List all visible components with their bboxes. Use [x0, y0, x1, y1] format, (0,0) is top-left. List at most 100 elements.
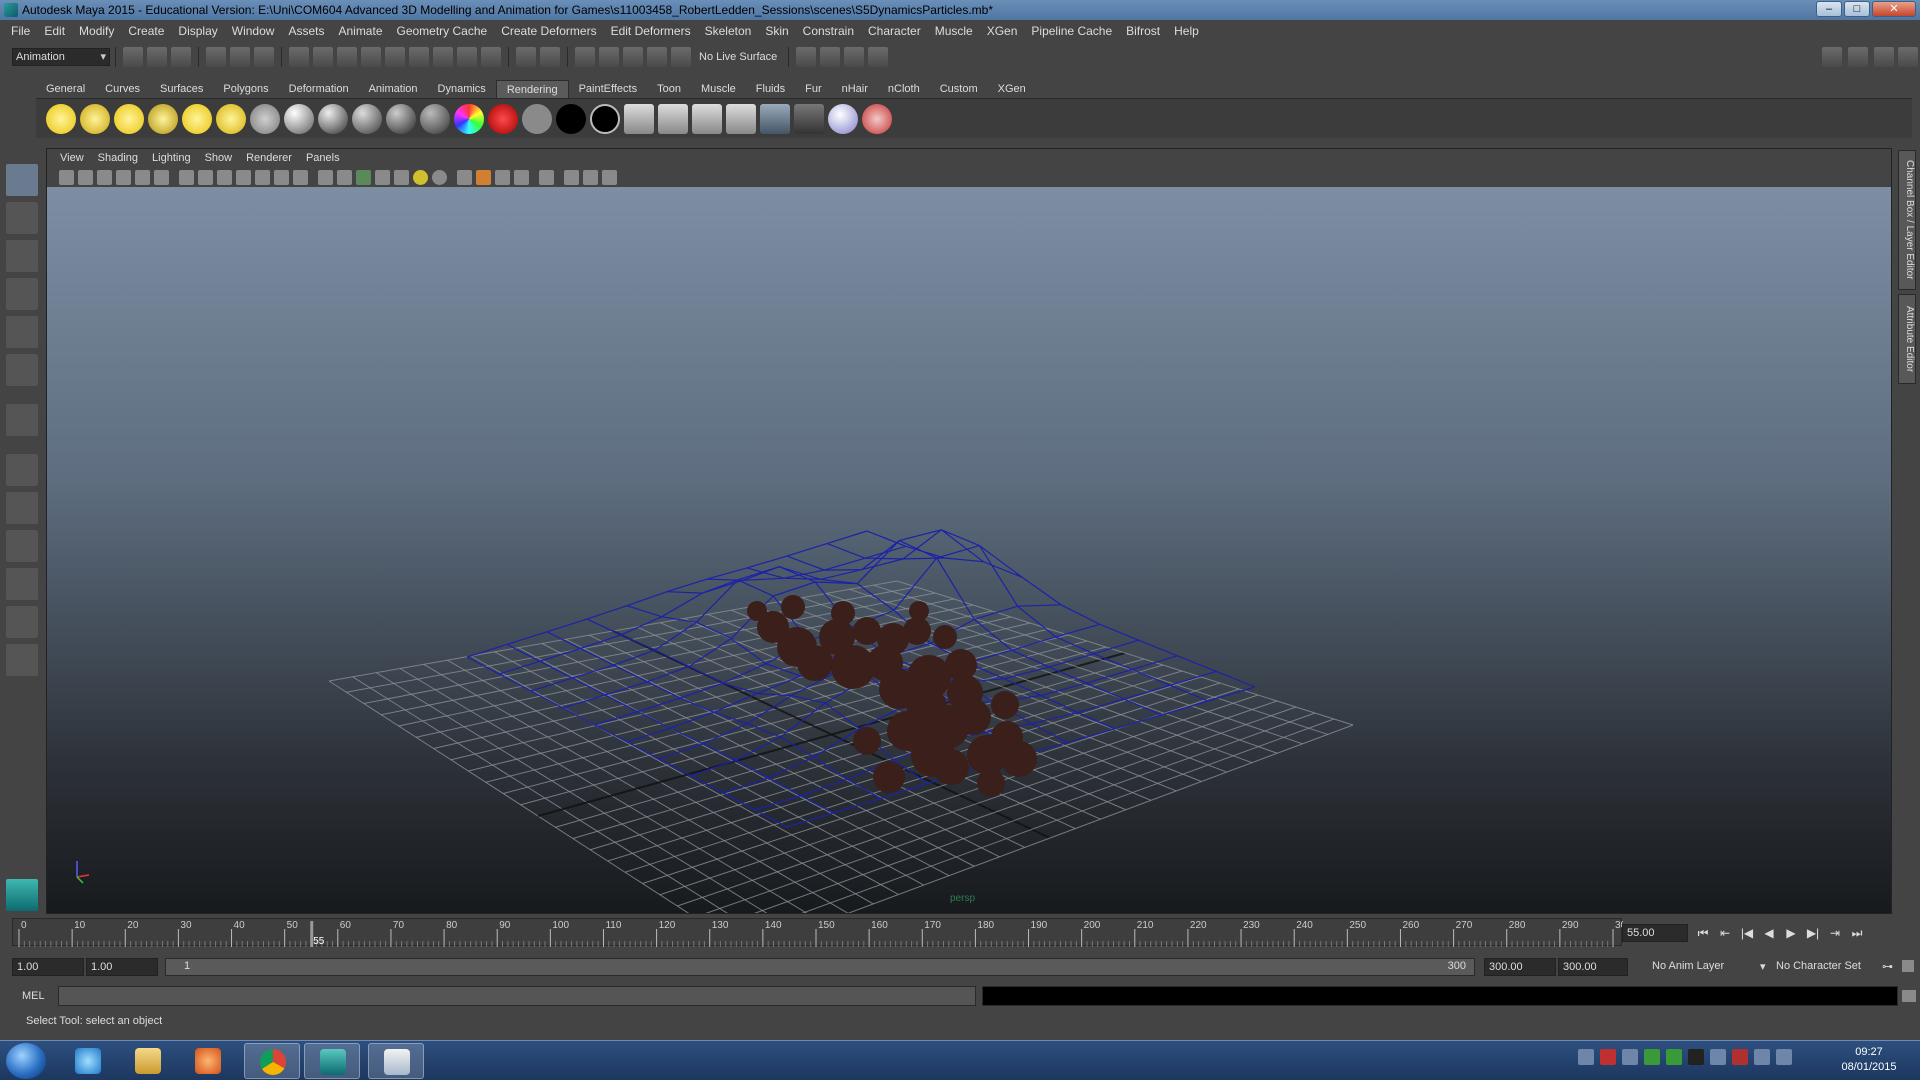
image-plane-icon[interactable] [116, 169, 131, 185]
last-used-tool-icon[interactable] [6, 404, 38, 436]
menu-file[interactable]: File [4, 24, 37, 38]
select-object-icon[interactable] [230, 47, 250, 67]
outliner-persp-layout-icon[interactable] [6, 530, 38, 562]
menu-create[interactable]: Create [121, 24, 171, 38]
tray-steam-icon[interactable] [1688, 1049, 1704, 1065]
tab-general[interactable]: General [36, 80, 95, 98]
tab-fluids[interactable]: Fluids [746, 80, 795, 98]
menu-constrain[interactable]: Constrain [796, 24, 861, 38]
animation-preferences-icon[interactable] [1902, 960, 1914, 972]
move-tool-icon[interactable] [6, 278, 38, 310]
chevron-down-icon[interactable]: ▾ [1760, 960, 1766, 973]
playback-end-field[interactable]: 300.00 [1484, 958, 1556, 976]
grid-toggle-icon[interactable] [179, 169, 194, 185]
tab-deformation[interactable]: Deformation [279, 80, 359, 98]
menu-muscle[interactable]: Muscle [928, 24, 980, 38]
ambient-light-icon[interactable] [46, 103, 76, 134]
select-camera-icon[interactable] [59, 169, 74, 185]
surface-shader-icon[interactable] [522, 103, 552, 134]
persp-graph-layout-icon[interactable] [6, 568, 38, 600]
show-tool-settings-icon[interactable] [1874, 47, 1894, 67]
close-button[interactable]: ✕ [1872, 1, 1916, 17]
tab-animation[interactable]: Animation [359, 80, 428, 98]
lambert-material-icon[interactable] [284, 103, 314, 134]
tray-nvidia-icon[interactable] [1666, 1049, 1682, 1065]
tab-ncloth[interactable]: nCloth [878, 80, 930, 98]
hypershade-persp-layout-icon[interactable] [6, 606, 38, 638]
command-input[interactable] [58, 986, 976, 1006]
2d-pan-zoom-icon[interactable] [135, 169, 150, 185]
paint-brush-icon[interactable] [862, 103, 892, 134]
grease-pencil-icon[interactable] [154, 169, 169, 185]
menu-bifrost[interactable]: Bifrost [1119, 24, 1167, 38]
layered-shader-icon[interactable] [454, 103, 484, 134]
tray-volume-icon[interactable] [1776, 1049, 1792, 1065]
tray-update-icon[interactable] [1622, 1049, 1638, 1065]
field-chart-icon[interactable] [255, 169, 270, 185]
ramp-shader-icon[interactable] [488, 103, 518, 134]
gate-mask-icon[interactable] [236, 169, 251, 185]
menu-modify[interactable]: Modify [72, 24, 121, 38]
scale-tool-icon[interactable] [6, 354, 38, 386]
rotate-tool-icon[interactable] [6, 316, 38, 348]
menu-skin[interactable]: Skin [758, 24, 795, 38]
playback-start-field[interactable]: 1.00 [86, 958, 158, 976]
panel-menu-shading[interactable]: Shading [91, 152, 145, 164]
menu-create-deformers[interactable]: Create Deformers [494, 24, 603, 38]
menu-assets[interactable]: Assets [281, 24, 331, 38]
tray-device-icon[interactable] [1710, 1049, 1726, 1065]
menu-geometry-cache[interactable]: Geometry Cache [390, 24, 495, 38]
viewport-renderer-icon[interactable] [602, 169, 617, 185]
menu-animate[interactable]: Animate [331, 24, 389, 38]
tray-display-icon[interactable] [1754, 1049, 1770, 1065]
start-time-field[interactable]: 1.00 [12, 958, 84, 976]
tab-xgen[interactable]: XGen [988, 80, 1036, 98]
render-region-icon[interactable] [794, 103, 824, 134]
paint-select-tool-icon[interactable] [6, 240, 38, 272]
make-live-icon[interactable] [671, 47, 691, 67]
show-channel-box-icon[interactable] [1822, 47, 1842, 67]
depth-of-field-icon[interactable] [514, 169, 529, 185]
go-to-start-button[interactable]: ⏮ [1692, 926, 1714, 941]
select-surfaces-icon[interactable] [385, 47, 405, 67]
end-time-field[interactable]: 300.00 [1558, 958, 1628, 976]
use-all-lights-icon[interactable] [413, 169, 428, 185]
panel-menu-panels[interactable]: Panels [299, 152, 347, 164]
tray-action-center-icon[interactable] [1732, 1049, 1748, 1065]
show-modeling-toolkit-icon[interactable] [1898, 47, 1918, 67]
tab-surfaces[interactable]: Surfaces [150, 80, 213, 98]
mel-label[interactable]: MEL [22, 990, 45, 1002]
tray-network-icon[interactable] [1644, 1049, 1660, 1065]
open-scene-icon[interactable] [147, 47, 167, 67]
tab-curves[interactable]: Curves [95, 80, 150, 98]
play-backwards-button[interactable]: ◀ [1758, 926, 1780, 940]
tab-rendering[interactable]: Rendering [495, 80, 569, 98]
graph-editor-layout-icon[interactable] [6, 644, 38, 676]
smooth-shade-icon[interactable] [337, 169, 352, 185]
channel-box-tab[interactable]: Channel Box / Layer Editor [1898, 150, 1916, 290]
step-back-frame-button[interactable]: |◀ [1736, 926, 1758, 940]
snap-to-grids-icon[interactable] [575, 47, 595, 67]
hypershade-icon[interactable] [624, 103, 654, 134]
use-background-icon[interactable] [556, 103, 586, 134]
range-slider[interactable]: 1 300 [165, 958, 1475, 976]
menu-window[interactable]: Window [225, 24, 282, 38]
select-tool-icon[interactable] [6, 164, 38, 196]
phong-material-icon[interactable] [352, 103, 382, 134]
area-light-icon[interactable] [182, 103, 212, 134]
new-scene-icon[interactable] [123, 47, 143, 67]
spot-light-icon[interactable] [148, 103, 178, 134]
menu-xgen[interactable]: XGen [980, 24, 1025, 38]
select-hierarchy-icon[interactable] [206, 47, 226, 67]
step-forward-frame-button[interactable]: ▶| [1802, 926, 1824, 940]
start-button[interactable] [6, 1043, 46, 1079]
wireframe-on-shaded-icon[interactable] [356, 169, 371, 185]
tab-fur[interactable]: Fur [795, 80, 832, 98]
panel-menu-renderer[interactable]: Renderer [239, 152, 299, 164]
shadows-icon[interactable] [432, 169, 447, 185]
resolution-gate-icon[interactable] [217, 169, 232, 185]
tray-antivirus-icon[interactable] [1578, 1049, 1594, 1065]
tab-custom[interactable]: Custom [930, 80, 988, 98]
menu-help[interactable]: Help [1167, 24, 1206, 38]
safe-action-icon[interactable] [274, 169, 289, 185]
